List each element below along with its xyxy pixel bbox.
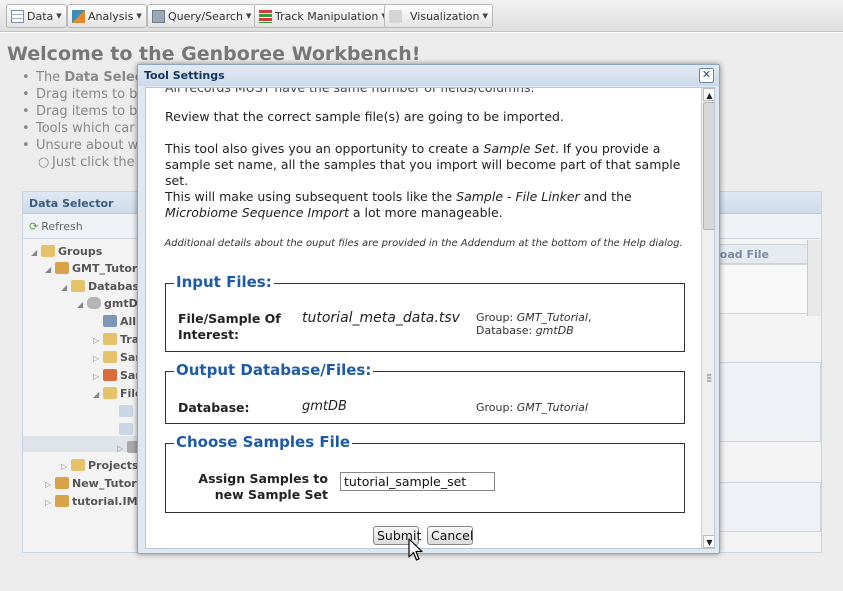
input-file-label: File/Sample Of Interest: [178,311,281,342]
page-title: Welcome to the Genboree Workbench! [7,43,421,65]
tree-node-projects[interactable]: ▷ Projects [61,458,139,474]
bullet-item: • Drag items to b [22,87,138,102]
query-search-menu-button[interactable]: Query/Search ▼ [147,4,257,28]
input-file-value: tutorial_meta_data.tsv [302,310,460,326]
query-icon [152,9,165,23]
chevron-down-icon: ▼ [56,12,62,20]
tree-node-all[interactable]: All [103,314,136,330]
tree-node-files[interactable]: ◢ File [93,386,143,402]
review-text: Review that the correct sample file(s) a… [165,109,564,124]
folder-icon [41,245,55,257]
folder-icon [103,351,117,363]
users-icon [55,477,69,489]
analysis-menu-button[interactable]: Analysis ▼ [67,4,147,28]
folder-icon [71,459,85,471]
tools-paragraph: This will make using subsequent tools li… [165,189,632,220]
tree-node-tracks[interactable]: ▷ Tra [93,332,139,348]
chevron-down-icon: ▼ [136,12,142,20]
sample-set-name-input[interactable] [340,472,495,491]
file-icon [119,423,133,435]
bullet-item: • The Data Selec [22,70,143,85]
tree-node-group[interactable]: ◢ GMT_Tutori [45,261,141,277]
output-files-legend: Output Database/Files: [174,361,374,379]
output-database-group: Group: GMT_Tutorial [476,401,588,414]
data-menu-button[interactable]: Data ▼ [6,4,67,28]
tree-node-file[interactable] [119,422,136,438]
tool-settings-dialog: Tool Settings ✕ All records MUST have th… [137,64,720,554]
tree-node-groups[interactable]: ◢ Groups [31,244,102,260]
main-toolbar: Data ▼ Analysis ▼ Query/Search ▼ Track Mani… [0,0,843,32]
tree-node-group[interactable]: ▷ tutorial.IMT_ [45,494,151,510]
input-files-fieldset: Input Files: File/Sample Of Interest: tu… [165,273,685,352]
sample-set-paragraph: This tool also gives you an opportunity … [165,141,681,188]
cancel-button[interactable]: Cancel [427,526,473,545]
visualization-menu-button[interactable]: Visualization ▼ [384,4,493,28]
details-panel [711,362,821,442]
folder-icon [103,333,117,345]
sub-bullet-item: ○ Just click the [38,155,135,170]
sample-set-name-label: Assign Samples to new Sample Set [198,471,328,502]
intro-bullets: • The Data Selec • Drag items to b • Drag i… [22,69,143,171]
details-panel [711,482,821,532]
refresh-button[interactable]: ⟳ Refresh [29,220,83,233]
bullet-item: • Tools which car [22,121,135,136]
dialog-title[interactable]: Tool Settings [138,65,719,86]
choose-samples-legend: Choose Samples File [174,433,353,451]
mouse-cursor-icon [408,538,423,561]
users-icon [55,262,69,274]
file-icon [119,405,133,417]
file-grid [711,264,821,314]
input-file-location: Group: GMT_Tutorial, Database: gmtDB [476,311,592,337]
output-database-value: gmtDB [302,399,347,414]
output-database-label: Database: [178,400,250,415]
bullet-item: • Drag items to b [22,104,138,119]
scroll-down-arrow-icon[interactable]: ▼ [703,535,714,548]
analysis-icon [72,9,85,23]
database-icon [87,297,101,309]
tracks-icon [259,9,272,23]
tree-node-sample-sets[interactable]: ▷ Sar [93,368,141,384]
bullet-item: • Unsure about w [22,138,139,153]
refresh-icon: ⟳ [29,220,39,233]
choose-samples-fieldset: Choose Samples File Assign Samples to ne… [165,433,685,513]
tree-node-samples[interactable]: ▷ Sar [93,350,141,366]
table-icon [11,9,24,23]
visualization-icon [389,9,402,23]
users-icon [55,495,69,507]
scroll-up-arrow-icon[interactable]: ▲ [703,88,714,101]
grid-scrollbar[interactable] [807,240,821,316]
track-manipulation-menu-button[interactable]: Track Manipulation▼ [254,4,392,28]
close-button[interactable]: ✕ [699,68,714,83]
list-icon [103,315,117,327]
sample-set-icon [103,369,117,381]
clipped-help-line: All records MUST have the same number of… [165,87,535,95]
dialog-body: All records MUST have the same number of… [145,87,715,549]
dialog-scrollbar[interactable]: ▲ ═ ═ ═ ▼ [701,88,714,548]
tree-node-file[interactable] [119,404,136,420]
output-files-fieldset: Output Database/Files: Database: gmtDB G… [165,361,685,424]
tree-node-group[interactable]: ▷ New_Tutoria [45,476,148,492]
tree-node-database[interactable]: ◢ gmtDB [77,296,146,312]
column-header[interactable]: load File [711,244,821,264]
folder-icon [103,387,117,399]
chevron-down-icon: ▼ [482,12,488,20]
input-files-legend: Input Files: [174,273,274,291]
chevron-down-icon: ▼ [245,12,252,20]
dialog-content: All records MUST have the same number of… [146,87,701,548]
folder-icon [71,280,85,292]
addendum-note: Additional details about the ouput files… [164,238,683,249]
scroll-grip-icon: ═ ═ ═ [707,371,712,385]
scrollbar-thumb[interactable] [703,102,714,230]
